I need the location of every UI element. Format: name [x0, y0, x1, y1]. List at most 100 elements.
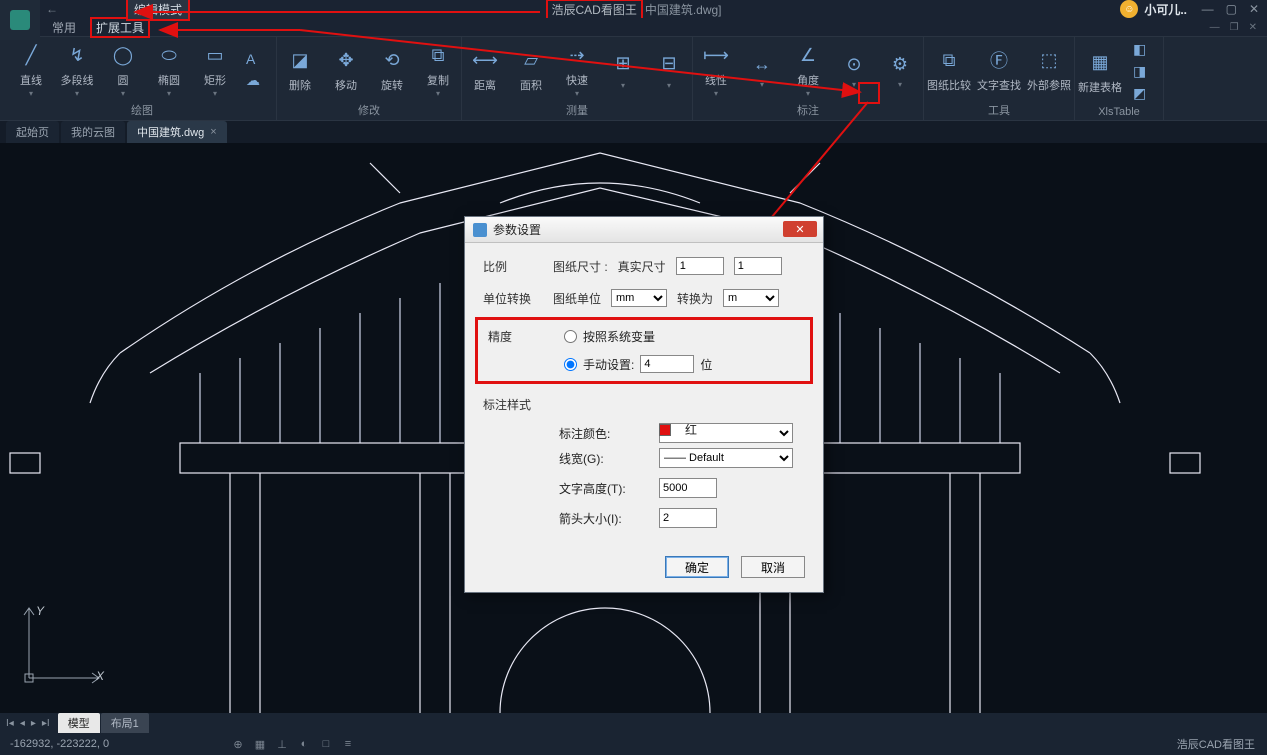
ucs-x-label: X [96, 669, 104, 683]
model-tab-bar: I◂ ◂ ▸ ▸I 模型 布局1 [0, 713, 1267, 733]
measure-icon-1: ⊞ [609, 49, 637, 77]
edit-mode-button[interactable]: 编辑模式 [126, 0, 190, 21]
arrowsize-input[interactable] [659, 508, 717, 528]
precision-highlight-box: 精度 按照系统变量 手动设置: 位 [475, 317, 813, 384]
group-label-table: XlsTable [1075, 106, 1163, 120]
layout1-tab[interactable]: 布局1 [101, 713, 149, 733]
model-tab[interactable]: 模型 [58, 713, 100, 733]
text-tool-icon[interactable]: A [246, 50, 268, 68]
maximize-icon[interactable]: ▢ [1226, 2, 1237, 16]
mini-restore-icon[interactable]: ❐ [1230, 22, 1239, 33]
tool-angle-dim[interactable]: ∠角度▾ [785, 37, 831, 102]
menu-common[interactable]: 常用 [48, 19, 80, 36]
osnap-icon[interactable]: □ [318, 736, 334, 752]
close-icon[interactable]: ✕ [1249, 2, 1259, 16]
precision-value-input[interactable] [640, 355, 694, 373]
ribbon-group-table: ▦新建表格 ◧ ◨ ◩ XlsTable [1075, 37, 1164, 120]
tool-xref[interactable]: ⬚外部参照 [1024, 37, 1074, 102]
app-logo[interactable] [0, 0, 40, 40]
tool-distance[interactable]: ⟷距离 [462, 37, 508, 102]
ribbon-group-draw: ╱直线▾ ↯多段线▾ ◯圆▾ ⬭椭圆▾ ▭矩形▾ A ☁ 绘图 [8, 37, 277, 120]
tab-nav-prev-icon[interactable]: ◂ [20, 718, 25, 729]
minimize-icon[interactable]: — [1202, 2, 1214, 16]
polar-icon[interactable]: ◐ [296, 736, 312, 752]
tool-ellipse[interactable]: ⬭椭圆▾ [146, 37, 192, 102]
lineweight-label: 线宽(G): [559, 450, 649, 467]
precision-unit-label: 位 [700, 356, 712, 373]
tab-cloud[interactable]: 我的云图 [61, 121, 125, 143]
tool-newtable[interactable]: ▦新建表格 [1075, 39, 1125, 104]
textheight-input[interactable] [659, 478, 717, 498]
tool-m1[interactable]: ⊞▾ [600, 37, 646, 102]
paper-size-label: 图纸尺寸 : [553, 258, 608, 275]
tab-nav-first-icon[interactable]: I◂ [6, 718, 14, 729]
ribbon-group-dim: ⟼线性▾ ↔▾ ∠角度▾ ⊙▾ ⚙▾ 标注 [693, 37, 924, 120]
cancel-button[interactable]: 取消 [741, 556, 805, 578]
param-settings-dialog: 参数设置 ✕ 比例 图纸尺寸 : 真实尺寸 单位转换 图纸单位 mm 转换为 m… [464, 216, 824, 593]
unit-convert-label: 单位转换 [483, 290, 543, 307]
table-misc-icon-1[interactable]: ◧ [1133, 41, 1155, 59]
move-icon: ✥ [332, 46, 360, 74]
ortho-icon[interactable]: ⊥ [274, 736, 290, 752]
tool-rect[interactable]: ▭矩形▾ [192, 37, 238, 102]
tool-quick[interactable]: ⇢快速▾ [554, 37, 600, 102]
tab-current[interactable]: 中国建筑.dwg× [127, 121, 227, 143]
tool-polyline[interactable]: ↯多段线▾ [54, 37, 100, 102]
tab-nav-next-icon[interactable]: ▸ [31, 718, 36, 729]
dialog-title: 参数设置 [493, 221, 541, 238]
tool-rotate[interactable]: ⟲旋转 [369, 37, 415, 102]
lwt-icon[interactable]: ≡ [340, 736, 356, 752]
table-misc-icon-3[interactable]: ◩ [1133, 85, 1155, 103]
doc-title-suffix: 中国建筑.dwg] [645, 1, 722, 18]
paper-size-input[interactable] [676, 257, 724, 275]
tool-circle[interactable]: ◯圆▾ [100, 37, 146, 102]
title-bar: ← 编辑模式 浩辰CAD看图王 中国建筑.dwg] ☺ 小可儿.. — ▢ ✕ [0, 0, 1267, 18]
grid-icon[interactable]: ▦ [252, 736, 268, 752]
ratio-label: 比例 [483, 258, 543, 275]
user-menu[interactable]: ☺ 小可儿.. [1120, 0, 1187, 18]
tool-m2[interactable]: ⊟▾ [646, 37, 692, 102]
precision-label: 精度 [488, 328, 548, 345]
cloud-tool-icon[interactable]: ☁ [246, 72, 268, 90]
tool-area[interactable]: ▱面积 [508, 37, 554, 102]
tool-param-settings[interactable]: ⚙▾ [877, 37, 923, 102]
paper-unit-label: 图纸单位 [553, 290, 601, 307]
tab-nav-last-icon[interactable]: ▸I [42, 718, 50, 729]
lineweight-select[interactable]: —— Default [659, 448, 793, 468]
tool-move[interactable]: ✥移动 [323, 37, 369, 102]
tool-findtext[interactable]: Ⓕ文字查找 [974, 37, 1024, 102]
table-misc-icon-2[interactable]: ◨ [1133, 63, 1155, 81]
angle-icon: ∠ [794, 41, 822, 69]
dim-color-select[interactable] [659, 423, 793, 443]
tool-d2[interactable]: ↔▾ [739, 37, 785, 102]
dim-color-label: 标注颜色: [559, 425, 649, 442]
group-label-modify: 修改 [277, 102, 461, 120]
tool-linear-dim[interactable]: ⟼线性▾ [693, 37, 739, 102]
mini-close-icon[interactable]: ✕ [1249, 22, 1257, 33]
measure-icon-2: ⊟ [655, 49, 683, 77]
tab-start[interactable]: 起始页 [6, 121, 59, 143]
back-arrow-icon[interactable]: ← [46, 2, 58, 16]
tool-line[interactable]: ╱直线▾ [8, 37, 54, 102]
tab-close-icon[interactable]: × [210, 126, 216, 138]
dialog-titlebar[interactable]: 参数设置 ✕ [465, 217, 823, 243]
precision-sysvar-radio[interactable] [564, 330, 577, 343]
avatar-icon: ☺ [1120, 0, 1138, 18]
dialog-close-button[interactable]: ✕ [783, 221, 817, 237]
ok-button[interactable]: 确定 [665, 556, 729, 578]
paper-unit-select[interactable]: mm [611, 289, 667, 307]
group-label-draw: 绘图 [8, 102, 276, 120]
mini-minimize-icon[interactable]: — [1210, 22, 1220, 33]
eraser-icon: ◪ [286, 46, 314, 74]
ribbon-group-tools: ⧉图纸比较 Ⓕ文字查找 ⬚外部参照 工具 [924, 37, 1075, 120]
real-size-input[interactable] [734, 257, 782, 275]
rect-icon: ▭ [201, 41, 229, 69]
tool-erase[interactable]: ◪删除 [277, 37, 323, 102]
snap-icon[interactable]: ⊕ [230, 736, 246, 752]
precision-manual-radio[interactable] [564, 358, 577, 371]
ellipse-icon: ⬭ [155, 41, 183, 69]
tool-compare[interactable]: ⧉图纸比较 [924, 37, 974, 102]
rotate-icon: ⟲ [378, 46, 406, 74]
tool-copy[interactable]: ⧉复制▾ [415, 37, 461, 102]
convert-unit-select[interactable]: m [723, 289, 779, 307]
